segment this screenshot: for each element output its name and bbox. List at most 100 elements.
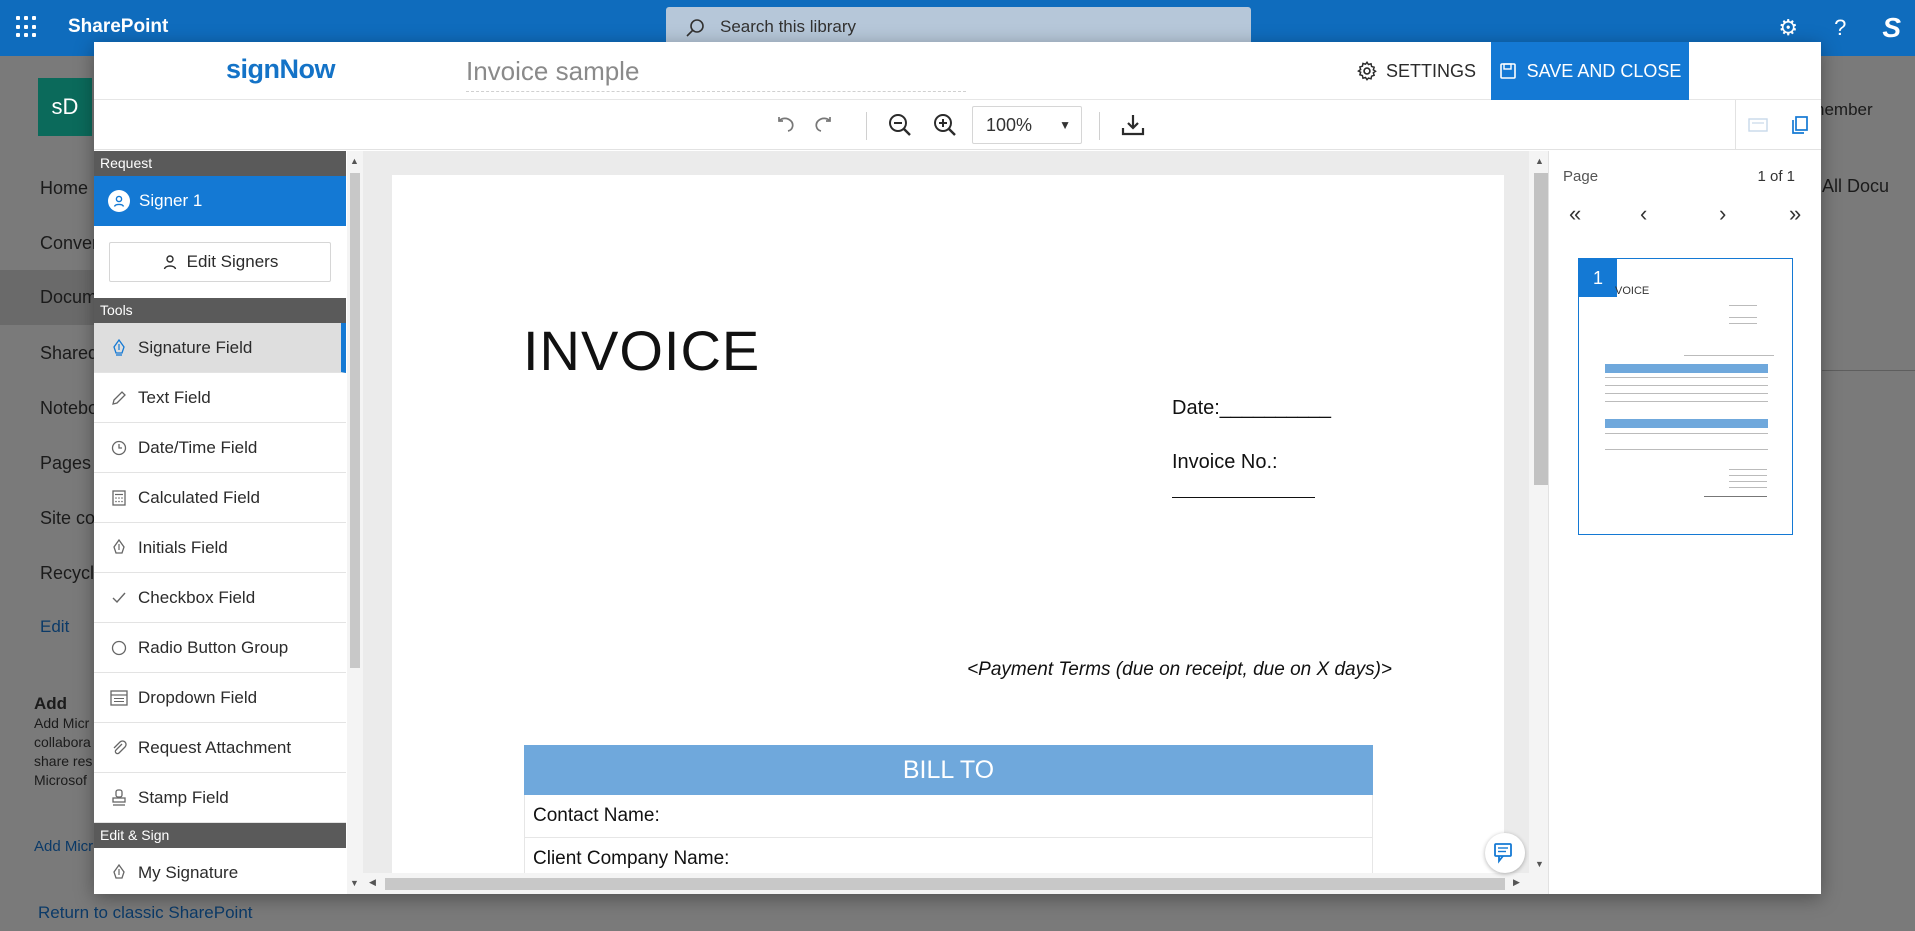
scrollbar-thumb[interactable] [1534, 173, 1548, 485]
redo-icon[interactable] [810, 112, 836, 138]
return-classic-link[interactable]: Return to classic SharePoint [0, 898, 282, 931]
thumbnail-line [1605, 433, 1768, 434]
zoom-in-icon[interactable] [932, 112, 958, 138]
document-viewer: INVOICE Date:__________ Invoice No.: <Pa… [363, 151, 1548, 894]
nav-shared[interactable]: Shared [40, 343, 98, 364]
pages-panel-toggle[interactable] [1779, 100, 1821, 150]
thumbnail-line [1729, 469, 1767, 470]
pencil-icon [110, 389, 128, 407]
copy-pages-icon [1792, 116, 1808, 134]
tool-label: Date/Time Field [138, 437, 258, 457]
skype-icon[interactable]: S [1882, 12, 1901, 44]
viewer-vertical-scrollbar[interactable]: ▲ ▼ [1529, 151, 1548, 894]
last-page-icon[interactable]: » [1789, 201, 1801, 227]
thumbnail-table-header [1605, 419, 1768, 428]
thumbnail-line [1605, 401, 1768, 402]
paperclip-icon [110, 739, 128, 757]
scroll-up-arrow-icon[interactable]: ▲ [350, 156, 359, 166]
tool-label: My Signature [138, 862, 239, 882]
toolbar-divider [1099, 112, 1100, 140]
signer-1-item[interactable]: Signer 1 [94, 176, 346, 226]
fields-panel-toggle[interactable] [1735, 100, 1779, 150]
thumbnail-title: VOICE [1615, 285, 1650, 297]
all-documents-view[interactable]: All Docu [1822, 176, 1889, 197]
tool-request-attachment[interactable]: Request Attachment [94, 723, 346, 773]
site-logo[interactable]: sD [38, 78, 92, 136]
signnow-editor-modal: signNow Invoice sample SETTINGS SAVE AND… [94, 42, 1821, 894]
clock-icon [110, 439, 128, 457]
scroll-left-arrow-icon[interactable]: ◀ [369, 877, 376, 888]
page-count: 1 of 1 [1757, 168, 1795, 185]
tools-panel-scrollbar[interactable]: ▲ ▼ [347, 151, 363, 894]
library-search-input[interactable]: Search this library [666, 7, 1251, 47]
app-launcher-icon[interactable] [16, 16, 38, 38]
tool-datetime-field[interactable]: Date/Time Field [94, 423, 346, 473]
gear-icon[interactable]: ⚙ [1778, 15, 1798, 41]
download-icon[interactable] [1120, 112, 1146, 138]
zoom-out-icon[interactable] [887, 112, 913, 138]
edit-signers-button[interactable]: Edit Signers [109, 242, 331, 282]
save-and-close-button[interactable]: SAVE AND CLOSE [1491, 42, 1689, 100]
thumbnail-line [1605, 385, 1768, 386]
user-avatar-icon [108, 190, 130, 212]
scroll-down-arrow-icon[interactable]: ▼ [1535, 859, 1544, 869]
pen-nib-icon [110, 863, 128, 882]
tool-calculated-field[interactable]: Calculated Field [94, 473, 346, 523]
scrollbar-thumb[interactable] [350, 173, 360, 668]
document-page[interactable]: INVOICE Date:__________ Invoice No.: <Pa… [392, 175, 1504, 894]
document-title-input[interactable]: Invoice sample [466, 52, 966, 92]
tool-stamp-field[interactable]: Stamp Field [94, 773, 346, 823]
page-thumbnail[interactable]: 1 VOICE [1578, 258, 1793, 535]
viewer-horizontal-scrollbar[interactable]: ◀ ▶ [363, 873, 1529, 894]
tool-dropdown-field[interactable]: Dropdown Field [94, 673, 346, 723]
pen-nib-icon [110, 338, 128, 357]
thumbnail-line [1605, 377, 1768, 378]
teams-title: Add [34, 694, 68, 713]
add-teams-link[interactable]: Add Micr [34, 838, 93, 855]
nav-notebook[interactable]: Notebo [40, 398, 98, 419]
user-icon [163, 255, 176, 270]
scroll-up-arrow-icon[interactable]: ▲ [1535, 156, 1544, 166]
divider [1822, 370, 1915, 371]
edit-sign-section-header: Edit & Sign [94, 823, 346, 848]
tool-label: Dropdown Field [138, 687, 258, 707]
thumbnail-line [1605, 449, 1768, 450]
pages-panel: Page 1 of 1 « ‹ › » 1 VOICE [1548, 151, 1821, 894]
invoice-number-label: Invoice No.: [1172, 451, 1278, 473]
settings-button[interactable]: SETTINGS [1356, 42, 1476, 100]
request-section-header: Request [94, 151, 346, 176]
tool-radio-button-group[interactable]: Radio Button Group [94, 623, 346, 673]
calculator-icon [110, 489, 128, 507]
scrollbar-thumb[interactable] [385, 878, 1505, 890]
scroll-down-arrow-icon[interactable]: ▼ [350, 878, 359, 888]
first-page-icon[interactable]: « [1569, 201, 1581, 227]
zoom-select[interactable]: 100% ▼ [972, 106, 1082, 144]
tool-my-signature[interactable]: My Signature [94, 848, 346, 894]
invoice-number-line [1172, 480, 1315, 498]
nav-site-contents[interactable]: Site co [40, 508, 95, 529]
nav-conversations[interactable]: Conver [40, 233, 98, 254]
prev-page-icon[interactable]: ‹ [1640, 201, 1647, 227]
tool-text-field[interactable]: Text Field [94, 373, 346, 423]
nav-edit-link[interactable]: Edit [40, 617, 69, 637]
tool-label: Request Attachment [138, 737, 292, 757]
nav-pages[interactable]: Pages [40, 453, 91, 474]
tool-initials-field[interactable]: Initials Field [94, 523, 346, 573]
next-page-icon[interactable]: › [1719, 201, 1726, 227]
tools-section-header: Tools [94, 298, 346, 323]
thumbnail-line [1729, 475, 1767, 476]
help-icon[interactable]: ? [1834, 15, 1846, 41]
editor-toolbar: 100% ▼ [94, 100, 1821, 150]
sharepoint-brand[interactable]: SharePoint [68, 16, 168, 38]
scroll-right-arrow-icon[interactable]: ▶ [1513, 877, 1520, 888]
zoom-value: 100% [986, 115, 1033, 135]
tool-checkbox-field[interactable]: Checkbox Field [94, 573, 346, 623]
thumbnail-page-number: 1 [1579, 259, 1617, 297]
nav-home[interactable]: Home [40, 178, 88, 199]
tool-signature-field[interactable]: Signature Field [94, 323, 346, 373]
chat-icon[interactable] [1485, 833, 1525, 873]
radio-icon [110, 639, 128, 657]
signer-name: Signer 1 [139, 191, 203, 210]
check-icon [110, 589, 128, 607]
undo-icon[interactable] [773, 112, 799, 138]
